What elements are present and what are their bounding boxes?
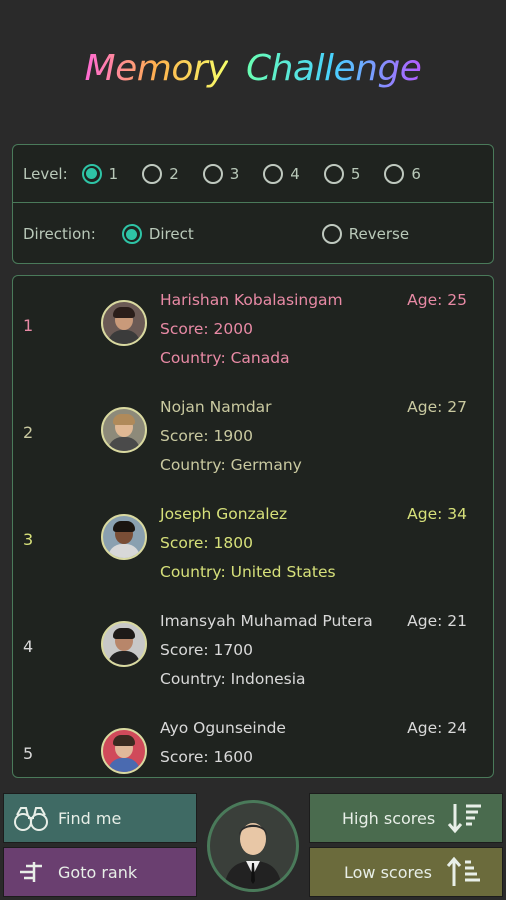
player-score: Score: 1800 <box>160 534 254 552</box>
player-info: Ayo Ogunseinde Score: 1600 <box>160 714 286 772</box>
player-avatar <box>101 300 147 346</box>
player-info: Harishan Kobalasingam Score: 2000 Country:… <box>160 286 343 373</box>
level-option-label: 6 <box>411 164 421 183</box>
player-avatar <box>101 728 147 774</box>
player-score: Score: 2000 <box>160 320 254 338</box>
radio-level-1[interactable] <box>81 163 102 184</box>
binoculars-icon <box>14 807 48 831</box>
direction-option-reverse[interactable]: Reverse <box>321 224 410 244</box>
sort-descending-icon <box>448 804 482 834</box>
player-country: Country: Canada <box>160 349 290 367</box>
player-age: Age: 34 <box>407 505 467 523</box>
score-entry[interactable]: 1 Harishan Kobalasingam Score: 2000 Country… <box>13 276 493 376</box>
player-score: Score: 1700 <box>160 641 254 659</box>
player-avatar <box>101 407 147 453</box>
rank-number: 1 <box>23 316 34 335</box>
level-option-1[interactable]: 1 <box>81 163 119 184</box>
player-name: Harishan Kobalasingam <box>160 291 343 309</box>
level-option-label: 5 <box>350 164 361 183</box>
goto-rank-label: Goto rank <box>58 862 138 882</box>
direction-direct-label: Direct <box>148 225 194 243</box>
app-title: Memory Challenge <box>0 48 506 89</box>
player-country: Country: Indonesia <box>160 670 306 688</box>
rank-number: 5 <box>23 744 34 763</box>
low-scores-label: Low scores <box>344 862 432 882</box>
find-me-label: Find me <box>58 808 122 828</box>
businessman-avatar-icon[interactable] <box>207 800 299 892</box>
level-option-6[interactable]: 6 <box>384 163 421 184</box>
rank-number: 2 <box>23 423 34 442</box>
high-scores-label: High scores <box>342 808 436 828</box>
score-entry[interactable]: 2 Nojan Namdar Score: 1900 Country: Germany… <box>13 383 493 483</box>
level-option-label: 1 <box>108 164 119 183</box>
score-entry[interactable]: 3 Joseph Gonzalez Score: 1800 Country: Unit… <box>13 490 493 590</box>
rank-number: 4 <box>23 637 34 656</box>
level-option-4[interactable]: 4 <box>263 163 300 184</box>
rank-number: 3 <box>23 530 34 549</box>
level-row: Level: 1 2 3 4 5 6 <box>13 145 493 203</box>
level-option-2[interactable]: 2 <box>142 163 179 184</box>
player-avatar <box>101 514 147 560</box>
direction-row: Direction: Direct Reverse <box>13 205 493 263</box>
player-age: Age: 21 <box>407 612 467 630</box>
player-info: Nojan Namdar Score: 1900 Country: Germany <box>160 393 302 480</box>
player-name: Joseph Gonzalez <box>160 505 288 523</box>
player-info: Imansyah Muhamad Putera Score: 1700 Countr… <box>160 607 373 694</box>
level-option-label: 4 <box>290 164 300 183</box>
player-avatar <box>101 621 147 667</box>
level-option-label: 3 <box>229 164 240 183</box>
player-score: Score: 1600 <box>160 748 254 766</box>
player-country: Country: Germany <box>160 456 302 474</box>
sort-ascending-icon <box>446 856 480 886</box>
score-entry[interactable]: 5 Ayo Ogunseinde Score: 1600 Age: 24 <box>13 704 493 777</box>
radio-level-3[interactable] <box>202 163 223 184</box>
score-entry[interactable]: 4 Imansyah Muhamad Putera Score: 1700 Count… <box>13 597 493 697</box>
player-name: Nojan Namdar <box>160 398 272 416</box>
list-rank-icon <box>20 862 42 882</box>
low-scores-button[interactable]: Low scores <box>309 847 503 897</box>
direction-option-direct[interactable]: Direct <box>121 224 194 244</box>
radio-reverse[interactable] <box>321 224 342 244</box>
radio-direct[interactable] <box>121 224 142 244</box>
settings-panel: Level: 1 2 3 4 5 6 Direction: Direct Reverse <box>12 144 494 264</box>
radio-level-4[interactable] <box>263 163 284 184</box>
player-name: Imansyah Muhamad Putera <box>160 612 373 630</box>
level-option-3[interactable]: 3 <box>202 163 240 184</box>
player-age: Age: 25 <box>407 291 467 309</box>
player-info: Joseph Gonzalez Score: 1800 Country: Unite… <box>160 500 336 587</box>
player-score: Score: 1900 <box>160 427 254 445</box>
radio-level-5[interactable] <box>323 163 344 184</box>
player-age: Age: 27 <box>407 398 467 416</box>
high-scores-button[interactable]: High scores <box>309 793 503 843</box>
player-country: Country: United States <box>160 563 336 581</box>
app-title-memory: Memory <box>84 48 229 89</box>
direction-label: Direction: <box>23 225 96 243</box>
scoreboard-list[interactable]: 1 Harishan Kobalasingam Score: 2000 Country… <box>12 275 494 778</box>
level-option-5[interactable]: 5 <box>323 163 361 184</box>
find-me-button[interactable]: Find me <box>3 793 197 843</box>
app-title-challenge: Challenge <box>245 48 422 89</box>
player-age: Age: 24 <box>407 719 467 737</box>
direction-reverse-label: Reverse <box>348 225 410 243</box>
level-label: Level: <box>23 164 68 183</box>
player-name: Ayo Ogunseinde <box>160 719 286 737</box>
radio-level-6[interactable] <box>384 163 405 184</box>
radio-level-2[interactable] <box>142 163 163 184</box>
goto-rank-button[interactable]: Goto rank <box>3 847 197 897</box>
level-option-label: 2 <box>169 164 179 183</box>
